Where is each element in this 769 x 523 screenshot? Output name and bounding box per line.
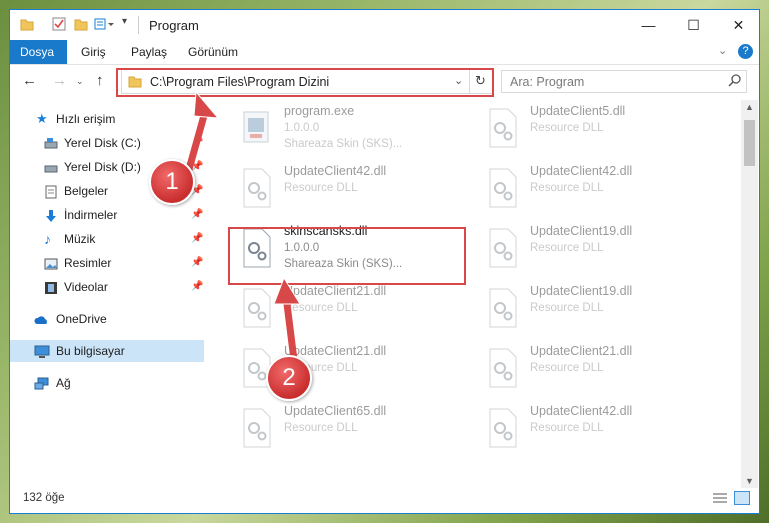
- callout-badge-2: 2: [266, 355, 312, 401]
- callout-badge-1: 1: [149, 159, 195, 205]
- callout-arrows: [182, 90, 301, 364]
